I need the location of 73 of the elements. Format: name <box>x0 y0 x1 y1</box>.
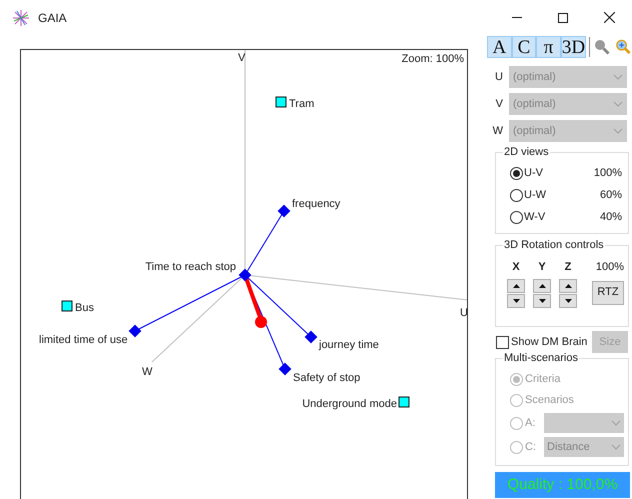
up-triangle-icon <box>538 284 546 288</box>
checkbox-label: Show DM Brain <box>511 334 588 350</box>
scenario-option-label: C: <box>525 440 537 455</box>
axis-label: V <box>238 52 246 64</box>
alternative-label: Bus <box>75 302 94 314</box>
criterion-label: limited time of use <box>39 334 128 346</box>
up-triangle-icon <box>512 284 520 288</box>
down-triangle-icon <box>512 298 520 302</box>
radio-button[interactable] <box>510 189 523 202</box>
maximize-icon <box>558 12 568 22</box>
view-weight: 60% <box>600 188 622 204</box>
rotation-value: 100% <box>596 260 624 275</box>
view-option-label: U-V <box>524 166 544 182</box>
rotation-axis-label: Y <box>538 260 546 275</box>
axis-label: U <box>460 307 467 319</box>
chevron-icon <box>611 420 621 426</box>
scenario-option-label: Scenarios <box>525 393 574 408</box>
down-triangle-icon <box>564 298 572 302</box>
alternative-label: Underground mode <box>302 398 397 410</box>
criterion-label: Time to reach stop <box>145 261 236 273</box>
decision-point <box>255 316 267 328</box>
radio-button[interactable] <box>510 211 523 224</box>
rotation-axis-label: Z <box>564 260 572 275</box>
view-weight: 100% <box>594 166 622 182</box>
criterion-label: journey time <box>319 339 379 351</box>
zoom-label: Zoom: 100% <box>402 52 464 67</box>
chevron-icon <box>613 101 623 107</box>
toolbar-toggle[interactable]: π <box>536 36 561 58</box>
spin-down-button[interactable] <box>533 294 551 308</box>
criterion-label: frequency <box>292 198 340 210</box>
criterion-marker <box>128 324 142 338</box>
alternative-marker <box>276 96 286 108</box>
chevron-icon <box>613 128 623 134</box>
close-icon <box>604 12 614 23</box>
toolbar-toggle[interactable]: C <box>512 36 536 58</box>
zoom-in-icon[interactable] <box>615 38 632 56</box>
up-triangle-icon <box>564 284 572 288</box>
chevron-icon <box>613 74 623 80</box>
toolbar-toggle[interactable]: A <box>487 36 512 58</box>
scenario-option-label: Criteria <box>525 372 560 388</box>
criterion-marker <box>304 330 318 344</box>
view-weight: 40% <box>600 210 622 226</box>
spin-up-button[interactable] <box>507 278 525 292</box>
window-title: GAIA <box>38 10 67 26</box>
spin-down-button[interactable] <box>507 294 525 308</box>
spin-up-button[interactable] <box>559 278 577 292</box>
chevron-icon <box>611 444 621 450</box>
axis-select-label: U <box>494 70 504 85</box>
spin-up-button[interactable] <box>533 278 551 292</box>
view-option-label: U-W <box>524 188 547 204</box>
criterion-marker <box>278 362 292 376</box>
alternative-marker <box>62 300 72 312</box>
down-triangle-icon <box>538 298 546 302</box>
view-option-label: W-V <box>524 210 546 226</box>
app-icon <box>12 8 30 26</box>
axis-select-label: V <box>494 96 504 112</box>
toolbar-toggle[interactable]: 3D <box>560 36 586 58</box>
minimize-icon <box>512 17 522 18</box>
criterion-label: Safety of stop <box>293 372 360 384</box>
alternative-marker <box>398 396 410 408</box>
axis-label: W <box>142 366 152 378</box>
axis-select-label: W <box>492 124 504 139</box>
rotation-axis-label: X <box>512 260 520 275</box>
criterion-marker <box>278 204 290 218</box>
alternative-label: Tram <box>289 98 314 110</box>
magnifier-icon[interactable] <box>593 38 612 56</box>
spin-down-button[interactable] <box>559 294 577 308</box>
rtz-button[interactable]: RTZ <box>592 280 624 304</box>
checkbox[interactable] <box>496 336 509 348</box>
criterion-marker <box>238 268 252 282</box>
scenario-option-label: A: <box>525 416 536 431</box>
quality-indicator: Quality : 100,0% <box>495 472 630 498</box>
radio-button[interactable] <box>510 167 523 180</box>
